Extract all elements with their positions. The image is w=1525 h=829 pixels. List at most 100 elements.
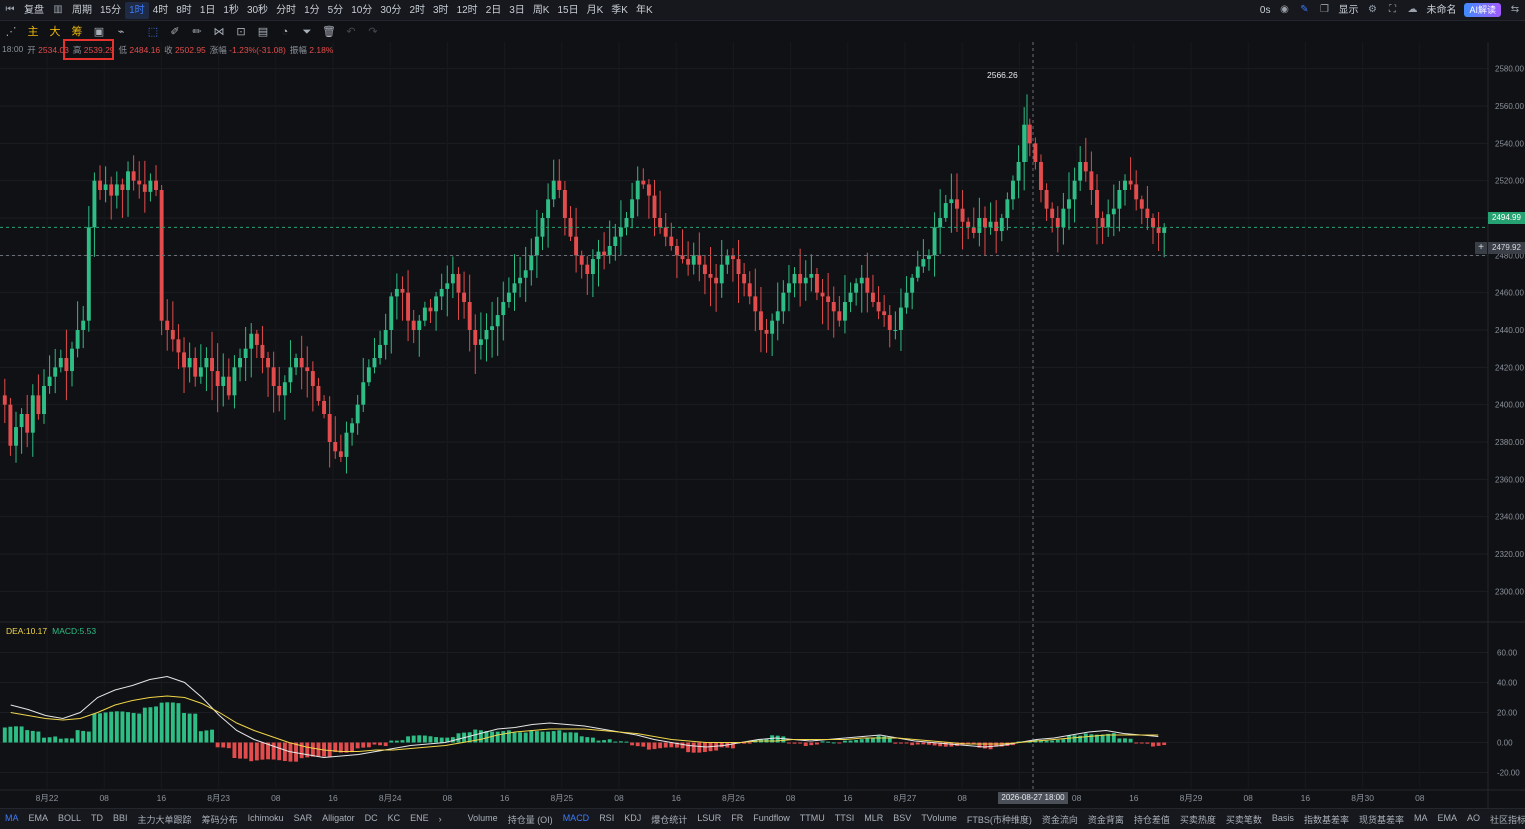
sub-indicator-16[interactable]: 资金背离 bbox=[1083, 813, 1129, 826]
close-label: 收 bbox=[164, 45, 173, 55]
candle-body bbox=[249, 333, 254, 349]
main-indicator-5[interactable]: 主力大单跟踪 bbox=[133, 813, 197, 826]
candle-body bbox=[686, 259, 691, 265]
candle-body bbox=[691, 255, 696, 265]
main-indicator-2[interactable]: BOLL bbox=[53, 813, 86, 826]
candle-body bbox=[585, 264, 590, 274]
sub-indicator-1[interactable]: 持仓量 (OI) bbox=[503, 813, 558, 826]
sub-indicator-11[interactable]: MLR bbox=[859, 813, 888, 826]
macd-histogram-bar bbox=[456, 733, 461, 743]
sub-indicator-23[interactable]: MA bbox=[1409, 813, 1433, 826]
time-tick-label: 8月30 bbox=[1351, 793, 1374, 803]
sub-indicator-8[interactable]: Fundflow bbox=[748, 813, 795, 826]
candle-body bbox=[355, 404, 360, 424]
time-tick-label: 16 bbox=[671, 793, 681, 803]
time-tick-label: 08 bbox=[614, 793, 624, 803]
macd-histogram-bar bbox=[876, 735, 881, 743]
candle-body bbox=[14, 427, 18, 446]
sub-indicator-24[interactable]: EMA bbox=[1432, 813, 1462, 826]
sub-indicator-15[interactable]: 资金流向 bbox=[1037, 813, 1083, 826]
candle-body bbox=[165, 320, 170, 330]
candle-body bbox=[994, 221, 999, 232]
main-indicator-0[interactable]: MA bbox=[0, 813, 24, 826]
main-indicator-7[interactable]: Ichimoku bbox=[243, 813, 289, 826]
macd-histogram-bar bbox=[14, 726, 18, 743]
candle-body bbox=[316, 386, 321, 401]
candle-body bbox=[506, 292, 511, 302]
macd-histogram-bar bbox=[198, 731, 203, 743]
macd-histogram-bar bbox=[585, 737, 590, 743]
main-indicator-9[interactable]: Alligator bbox=[317, 813, 360, 826]
candle-body bbox=[714, 277, 719, 284]
candle-body bbox=[1033, 143, 1038, 162]
macd-histogram-bar bbox=[814, 742, 819, 745]
macd-histogram-bar bbox=[204, 730, 209, 743]
main-indicator-1[interactable]: EMA bbox=[24, 813, 54, 826]
main-indicator-8[interactable]: SAR bbox=[289, 813, 318, 826]
macd-histogram-bar bbox=[254, 742, 259, 761]
candle-body bbox=[859, 277, 864, 284]
macd-histogram-bar bbox=[350, 742, 355, 753]
sub-indicator-9[interactable]: TTMU bbox=[795, 813, 830, 826]
change-label: 涨幅 bbox=[209, 45, 227, 55]
candle-body bbox=[238, 358, 243, 368]
more-indicators-chevron-icon[interactable]: › bbox=[434, 814, 447, 824]
main-indicator-11[interactable]: KC bbox=[383, 813, 406, 826]
sub-indicator-7[interactable]: FR bbox=[726, 813, 748, 826]
sub-indicator-17[interactable]: 持仓差值 bbox=[1129, 813, 1175, 826]
macd-histogram-bar bbox=[529, 730, 534, 743]
candle-body bbox=[798, 274, 803, 284]
candle-body bbox=[971, 227, 976, 233]
candle-body bbox=[904, 292, 909, 308]
candle-body bbox=[792, 274, 797, 284]
sub-indicator-18[interactable]: 买卖热度 bbox=[1175, 813, 1221, 826]
sub-indicator-22[interactable]: 现货基差率 bbox=[1354, 813, 1409, 826]
main-indicator-12[interactable]: ENE bbox=[405, 813, 434, 826]
candle-body bbox=[490, 326, 495, 330]
main-indicator-6[interactable]: 筹码分布 bbox=[197, 813, 243, 826]
sub-indicator-25[interactable]: AO bbox=[1462, 813, 1485, 826]
sub-indicator-20[interactable]: Basis bbox=[1267, 813, 1299, 826]
candle-body bbox=[142, 184, 147, 192]
main-indicator-4[interactable]: BBI bbox=[108, 813, 133, 826]
candle-body bbox=[42, 386, 46, 414]
macd-histogram-bar bbox=[53, 736, 58, 743]
macd-histogram-bar bbox=[327, 742, 332, 758]
sub-indicator-5[interactable]: 爆仓统计 bbox=[646, 813, 692, 826]
macd-histogram-bar bbox=[176, 703, 181, 743]
candle-body bbox=[210, 358, 214, 372]
candle-body bbox=[204, 358, 209, 368]
sub-indicator-0[interactable]: Volume bbox=[463, 813, 503, 826]
candle-body bbox=[198, 367, 203, 377]
sub-indicator-13[interactable]: TVolume bbox=[916, 813, 962, 826]
right-indicator-0[interactable]: 社区指标 bbox=[1485, 813, 1525, 826]
price-tick-label: 2440.00 bbox=[1495, 326, 1524, 335]
candle-body bbox=[1027, 124, 1032, 144]
macd-histogram-bar bbox=[562, 732, 567, 743]
sub-indicator-4[interactable]: KDJ bbox=[619, 813, 646, 826]
candle-body bbox=[607, 246, 612, 256]
candle-body bbox=[988, 221, 993, 228]
candle-body bbox=[333, 442, 338, 452]
macd-histogram-bar bbox=[506, 730, 511, 743]
sub-indicator-12[interactable]: BSV bbox=[888, 813, 916, 826]
candle-body bbox=[932, 227, 937, 256]
sub-indicator-21[interactable]: 指数基差率 bbox=[1299, 813, 1354, 826]
sub-indicator-14[interactable]: FTBS(市种维度) bbox=[962, 813, 1037, 826]
candle-body bbox=[310, 371, 315, 386]
candle-body bbox=[753, 296, 758, 312]
add-alert-icon[interactable]: + bbox=[1475, 242, 1487, 254]
sub-indicator-10[interactable]: TTSI bbox=[830, 813, 860, 826]
macd-histogram-bar bbox=[92, 713, 97, 743]
main-indicator-3[interactable]: TD bbox=[86, 813, 108, 826]
price-chart[interactable]: 2580.002560.002540.002520.002500.002480.… bbox=[0, 0, 1525, 808]
sub-indicator-2[interactable]: MACD bbox=[558, 813, 595, 826]
sub-indicator-3[interactable]: RSI bbox=[594, 813, 619, 826]
macd-histogram-bar bbox=[1083, 733, 1088, 743]
main-indicator-10[interactable]: DC bbox=[360, 813, 383, 826]
sub-indicator-6[interactable]: LSUR bbox=[692, 813, 726, 826]
candle-body bbox=[557, 180, 562, 190]
sub-indicator-19[interactable]: 买卖笔数 bbox=[1221, 813, 1267, 826]
candle-body bbox=[624, 218, 629, 228]
time-tick-label: 8月25 bbox=[550, 793, 573, 803]
